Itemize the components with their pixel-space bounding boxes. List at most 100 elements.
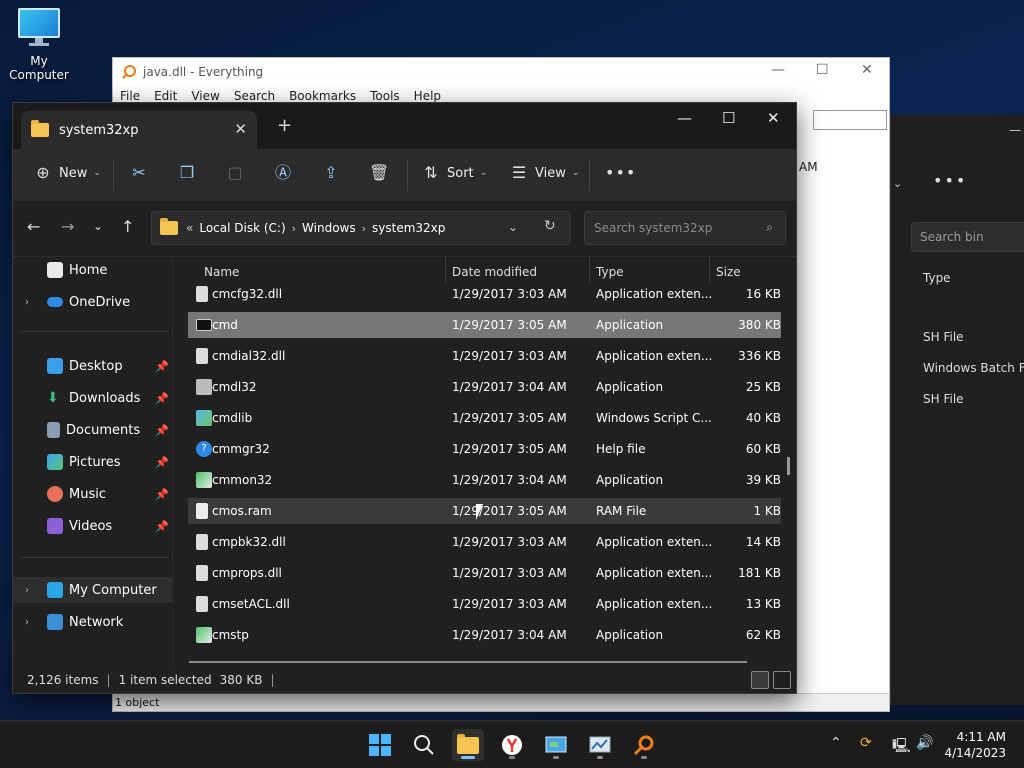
- address-bar[interactable]: « Local Disk (C:) › Windows › system32xp…: [151, 211, 571, 245]
- pictures-icon: [47, 454, 63, 470]
- more-options-icon: •••: [605, 163, 637, 182]
- table-row[interactable]: cmsetACL.dll 1/29/2017 3:03 AM Applicati…: [188, 591, 781, 617]
- taskbar-resource-monitor[interactable]: [584, 729, 616, 761]
- table-row[interactable]: ? cmmgr32 1/29/2017 3:05 AM Help file 60…: [188, 436, 781, 462]
- more-options-icon[interactable]: •••: [933, 171, 967, 190]
- maximize-icon[interactable]: ☐: [722, 109, 735, 127]
- refresh-icon[interactable]: ↻: [544, 218, 556, 234]
- breadcrumb-windows[interactable]: Windows: [302, 221, 356, 235]
- address-dropdown-chevron-icon[interactable]: ⌄: [508, 220, 518, 234]
- see-more-button[interactable]: •••: [605, 163, 637, 183]
- taskbar-control-panel[interactable]: [540, 729, 572, 761]
- table-row[interactable]: cmstp 1/29/2017 3:04 AM Application 62 K…: [188, 622, 781, 648]
- share-button[interactable]: ⇪: [321, 163, 341, 183]
- copy-button[interactable]: ❐: [177, 163, 197, 183]
- delete-button[interactable]: 🗑: [369, 163, 389, 183]
- search-button[interactable]: [408, 729, 440, 761]
- table-row-hovered[interactable]: cmos.ram 1/29/2017 3:05 AM RAM File 1 KB: [188, 498, 781, 524]
- sidebar-item-documents[interactable]: Documents 📌: [13, 417, 173, 443]
- column-header-name[interactable]: Name: [204, 265, 239, 279]
- minimize-icon[interactable]: —: [677, 109, 692, 127]
- recent-locations-chevron-icon[interactable]: ⌄: [93, 219, 103, 233]
- start-button[interactable]: [364, 729, 396, 761]
- maximize-icon[interactable]: ☐: [816, 62, 829, 78]
- sidebar-item-onedrive[interactable]: › OneDrive: [13, 289, 173, 315]
- chevron-right-icon[interactable]: ›: [25, 585, 39, 596]
- menu-search[interactable]: Search: [234, 89, 275, 103]
- table-row[interactable]: cmdial32.dll 1/29/2017 3:03 AM Applicati…: [188, 343, 781, 369]
- desktop-icon-my-computer[interactable]: My Computer: [0, 8, 78, 82]
- sidebar-item-music[interactable]: Music 📌: [13, 481, 173, 507]
- tab-system32xp[interactable]: system32xp ✕: [21, 111, 257, 149]
- everything-partial-time: AM: [799, 160, 818, 174]
- paste-button[interactable]: ▢: [225, 163, 245, 183]
- sidebar-item-pictures[interactable]: Pictures 📌: [13, 449, 173, 475]
- menu-help[interactable]: Help: [414, 89, 441, 103]
- column-header-type[interactable]: Type: [596, 265, 624, 279]
- minimize-icon[interactable]: —: [771, 62, 785, 78]
- list-item[interactable]: Windows Batch File: [923, 361, 1024, 375]
- list-item[interactable]: SH File: [923, 392, 964, 406]
- close-icon[interactable]: ✕: [767, 109, 780, 127]
- file-explorer-window[interactable]: system32xp ✕ + — ☐ ✕ ⊕ New ⌄ ✂ ❐ ▢ Ⓐ ⇪ 🗑…: [12, 102, 797, 694]
- close-icon[interactable]: ✕: [861, 62, 873, 78]
- chevron-down-icon[interactable]: ⌄: [893, 177, 902, 190]
- table-row-selected[interactable]: cmd 1/29/2017 3:05 AM Application 380 KB: [188, 312, 781, 338]
- menu-edit[interactable]: Edit: [154, 89, 177, 103]
- details-view-icon[interactable]: [751, 671, 769, 689]
- sidebar-item-downloads[interactable]: ⬇ Downloads 📌: [13, 385, 173, 411]
- minimize-icon[interactable]: —: [1009, 123, 1021, 137]
- network-icon[interactable]: 🖳: [892, 735, 911, 759]
- back-arrow-icon[interactable]: ←: [27, 217, 40, 236]
- rename-button[interactable]: Ⓐ: [273, 163, 293, 183]
- sidebar-item-network[interactable]: › Network: [13, 609, 173, 635]
- menu-bookmarks[interactable]: Bookmarks: [289, 89, 356, 103]
- show-hidden-icons-chevron-icon[interactable]: ⌃: [830, 735, 842, 751]
- system-clock[interactable]: 4:11 AM 4/14/2023: [944, 729, 1006, 761]
- sort-button[interactable]: ⇅ Sort ⌄: [421, 163, 487, 183]
- close-tab-icon[interactable]: ✕: [234, 120, 247, 138]
- sidebar-item-desktop[interactable]: Desktop 📌: [13, 353, 173, 379]
- sync-icon[interactable]: ⟳: [860, 735, 872, 751]
- cut-button[interactable]: ✂: [129, 163, 149, 183]
- sidebar-item-home[interactable]: Home: [13, 257, 173, 283]
- everything-search-input[interactable]: [813, 110, 887, 130]
- sidebar-item-videos[interactable]: Videos 📌: [13, 513, 173, 539]
- everything-statusbar: 1 object: [113, 693, 889, 711]
- menu-file[interactable]: File: [120, 89, 140, 103]
- table-row[interactable]: cmmon32 1/29/2017 3:04 AM Application 39…: [188, 467, 781, 493]
- breadcrumb-local-disk[interactable]: Local Disk (C:): [199, 221, 285, 235]
- column-header-type[interactable]: Type: [923, 271, 951, 285]
- horizontal-scrollbar[interactable]: [189, 661, 747, 663]
- table-row[interactable]: cmpbk32.dll 1/29/2017 3:03 AM Applicatio…: [188, 529, 781, 555]
- menu-view[interactable]: View: [191, 89, 219, 103]
- table-row[interactable]: cmprops.dll 1/29/2017 3:03 AM Applicatio…: [188, 560, 781, 586]
- table-row[interactable]: cmdlib 1/29/2017 3:05 AM Windows Script …: [188, 405, 781, 431]
- view-button[interactable]: ☰ View ⌄: [509, 163, 580, 183]
- list-item[interactable]: SH File: [923, 330, 964, 344]
- pin-icon: 📌: [155, 391, 169, 405]
- breadcrumb-system32xp[interactable]: system32xp: [372, 221, 445, 235]
- new-tab-icon[interactable]: +: [277, 115, 292, 136]
- breadcrumb-overflow[interactable]: «: [186, 221, 193, 235]
- up-arrow-icon[interactable]: ↑: [121, 217, 134, 236]
- forward-arrow-icon[interactable]: →: [61, 217, 74, 236]
- volume-icon[interactable]: 🔊: [916, 735, 933, 751]
- taskbar-yandex-browser[interactable]: [496, 729, 528, 761]
- table-row[interactable]: cmdl32 1/29/2017 3:04 AM Application 25 …: [188, 374, 781, 400]
- taskbar-file-explorer[interactable]: [452, 729, 484, 761]
- column-header-size[interactable]: Size: [716, 265, 741, 279]
- new-button[interactable]: ⊕ New ⌄: [33, 163, 101, 183]
- column-header-date[interactable]: Date modified: [452, 265, 537, 279]
- menu-tools[interactable]: Tools: [370, 89, 400, 103]
- table-row[interactable]: cmcfg32.dll 1/29/2017 3:03 AM Applicatio…: [188, 281, 781, 307]
- taskbar-everything[interactable]: [628, 729, 660, 761]
- search-input[interactable]: Search system32xp ⌕: [584, 211, 786, 245]
- chevron-right-icon[interactable]: ›: [25, 617, 39, 628]
- tiles-view-icon[interactable]: [773, 671, 791, 689]
- bin-search-input[interactable]: Search bin: [911, 222, 1024, 252]
- bin-explorer-window[interactable]: ⌄ ••• — Search bin Type SH File Windows …: [890, 115, 1024, 705]
- vertical-scrollbar[interactable]: [787, 457, 790, 475]
- sidebar-item-my-computer[interactable]: › My Computer: [13, 577, 173, 603]
- chevron-right-icon[interactable]: ›: [25, 297, 39, 308]
